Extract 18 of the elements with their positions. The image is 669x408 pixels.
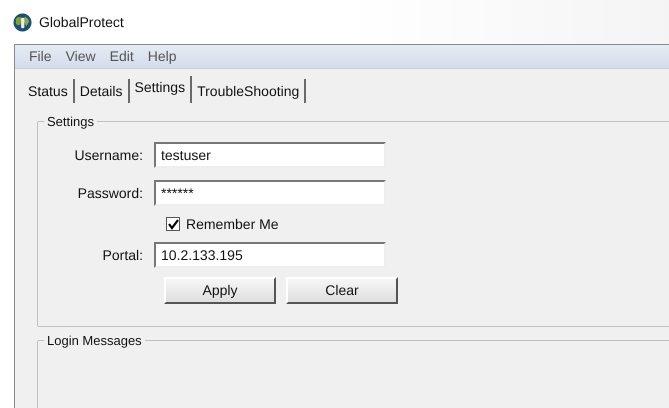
field-label: Portal: [102,246,144,264]
checkbox[interactable] [166,217,180,231]
push-button[interactable]: Apply [164,277,276,304]
push-button[interactable]: Clear [286,277,398,304]
input-field[interactable]: 10.2.133.195 [154,242,386,268]
tab[interactable]: Status [23,79,75,103]
globe-icon [13,12,32,32]
field-label: Password: [76,184,144,202]
input-field[interactable]: ****** [154,180,386,206]
menu-item[interactable]: Help [142,46,183,67]
input-field[interactable]: testuser [154,142,386,168]
tab[interactable]: TroubleShooting [192,79,306,103]
checkbox-label: Remember Me [186,214,279,234]
window-title: GlobalProtect [39,12,124,32]
menu-item[interactable]: File [23,46,58,67]
field-label: Username: [74,146,144,164]
menu-item[interactable]: View [60,46,102,67]
menu-item[interactable]: Edit [104,46,140,67]
